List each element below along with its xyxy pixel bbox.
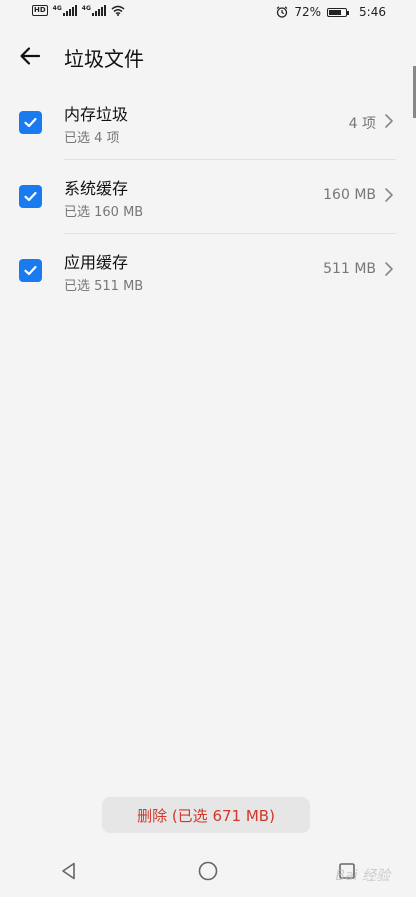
nav-back-button[interactable] [49,851,89,891]
signal-icon: 4G [82,5,106,16]
item-value: 160 MB [323,187,376,203]
battery-percent: 72% [294,5,322,19]
delete-button[interactable]: 删除 (已选 671 MB) [102,797,310,833]
list-item-app-cache[interactable]: 应用缓存 已选 511 MB 511 MB [0,234,416,308]
checkbox[interactable] [19,185,42,208]
item-title: 应用缓存 [64,253,129,272]
screen: HD 4G 4G 72% 5:46 垃圾文件 内存垃圾 已选 4 项 4 项 系… [0,0,416,897]
nav-home-button[interactable] [188,851,228,891]
battery-fill [329,9,341,15]
hd-icon: HD [32,5,48,16]
junk-file-list: 内存垃圾 已选 4 项 4 项 系统缓存 已选 160 MB 160 MB 应用… [0,86,416,308]
item-value: 4 项 [348,116,376,132]
status-bar: HD 4G 4G 72% 5:46 [0,0,416,26]
nav-home-icon [198,861,218,881]
status-left: HD 4G 4G [32,5,125,16]
chevron-right-icon [385,114,393,128]
checkmark-icon [24,265,37,276]
status-right: 72% 5:46 [276,5,386,19]
checkmark-icon [24,117,37,128]
item-title: 系统缓存 [64,179,129,198]
list-item-system-cache[interactable]: 系统缓存 已选 160 MB 160 MB [0,160,416,234]
item-title: 内存垃圾 [64,105,129,124]
back-button[interactable] [12,38,48,74]
network-type-label: 4G [81,5,91,12]
network-type-label: 4G [52,5,62,12]
page-title: 垃圾文件 [64,47,144,71]
header: 垃圾文件 [0,26,416,118]
item-subtitle: 已选 160 MB [64,205,144,220]
item-value: 511 MB [323,261,376,277]
back-arrow-icon [20,47,41,65]
wifi-icon [111,5,125,16]
item-subtitle: 已选 511 MB [64,279,144,294]
clock: 5:46 [359,5,386,19]
checkmark-icon [24,191,37,202]
watermark: Bai 经验 [335,868,390,884]
alarm-icon [276,6,288,18]
chevron-right-icon [385,188,393,202]
item-subtitle: 已选 4 项 [64,131,120,146]
chevron-right-icon [385,262,393,276]
signal-icon: 4G [53,5,77,16]
nav-back-icon [62,862,76,880]
battery-icon [327,7,350,17]
list-item-memory-junk[interactable]: 内存垃圾 已选 4 项 4 项 [0,86,416,160]
checkbox[interactable] [19,111,42,134]
checkbox[interactable] [19,259,42,282]
